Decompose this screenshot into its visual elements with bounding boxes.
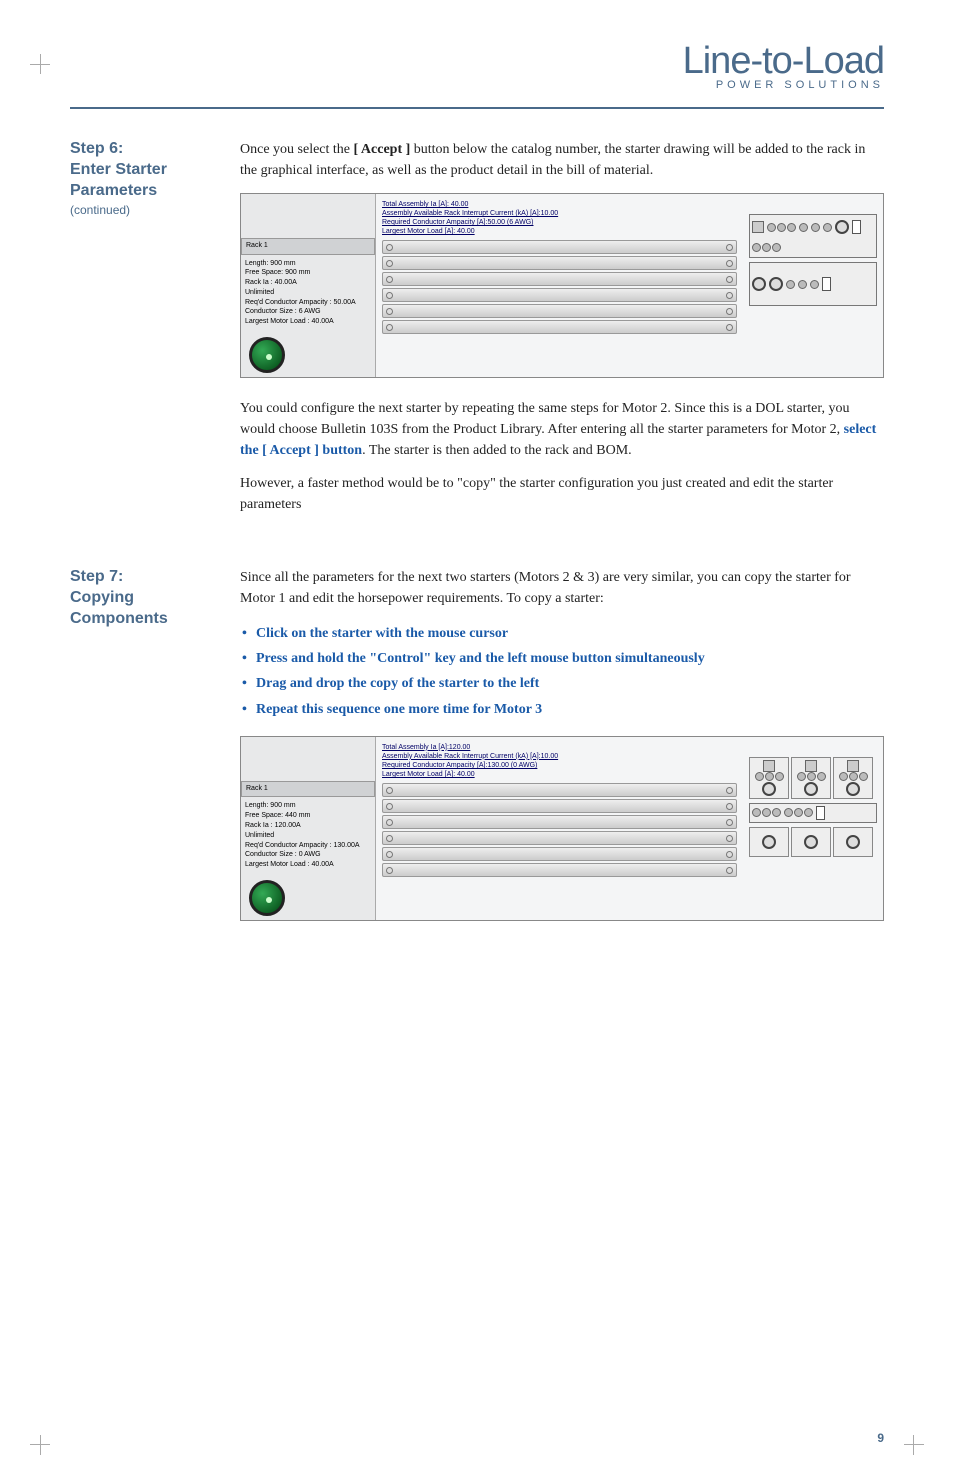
info-line: Largest Motor Load [A]: 40.00 <box>382 227 737 236</box>
rack-slot <box>382 815 737 829</box>
knob-icon <box>835 220 849 234</box>
rack-slot <box>382 799 737 813</box>
starter-unit <box>791 827 831 857</box>
bullet-item: Drag and drop the copy of the starter to… <box>240 671 884 696</box>
knob-icon <box>752 277 766 291</box>
rack-name: Rack 1 <box>241 781 375 798</box>
step6-subtitle: Enter Starter Parameters <box>70 161 167 199</box>
info-line: Free Space: 440 mm <box>245 811 371 821</box>
step6-continued: (continued) <box>70 203 210 217</box>
text: You could configure the next starter by … <box>240 401 849 437</box>
step6-main: Once you select the [ Accept ] button be… <box>240 139 884 527</box>
starter-unit <box>749 214 877 258</box>
sshot1-mid: Total Assembly Ia [A]: 40.00 Assembly Av… <box>376 194 743 377</box>
starter-unit <box>791 757 831 799</box>
bullet-item: Click on the starter with the mouse curs… <box>240 621 884 646</box>
accept-bold: [ Accept ] <box>354 142 411 157</box>
selector-knob-icon <box>249 880 285 916</box>
rack-info: Length: 900 mm Free Space: 440 mm Rack I… <box>241 799 375 872</box>
starter-unit <box>749 757 789 799</box>
sshot2-left-panel: Rack 1 Length: 900 mm Free Space: 440 mm… <box>241 737 376 920</box>
rack-slot <box>382 272 737 286</box>
step7-subtitle: Copying Components <box>70 589 168 627</box>
starter-row <box>749 827 877 857</box>
info-line: Required Conductor Ampacity [A]:50.00 (6… <box>382 218 737 227</box>
info-line: Conductor Size : 6 AWG <box>245 307 371 317</box>
step7-sidebar: Step 7: Copying Components <box>70 567 210 941</box>
starter-row <box>749 757 877 799</box>
assembly-info: Total Assembly Ia [A]:120.00 Assembly Av… <box>382 743 737 779</box>
bullet-item: Press and hold the "Control" key and the… <box>240 646 884 671</box>
info-line: Total Assembly Ia [A]: 40.00 <box>382 200 737 209</box>
rack-slots <box>382 783 737 877</box>
step7-section: Step 7: Copying Components Since all the… <box>0 527 954 941</box>
rack-slots <box>382 240 737 334</box>
logo: Line-to-Load POWER SOLUTIONS <box>683 40 884 91</box>
info-line: Rack Ia : 40.00A <box>245 278 371 288</box>
rack-slot <box>382 256 737 270</box>
info-line: Req'd Conductor Ampacity : 130.00A <box>245 841 371 851</box>
screenshot-2: Rack 1 Length: 900 mm Free Space: 440 mm… <box>240 736 884 921</box>
rack-slot <box>382 240 737 254</box>
step7-main: Since all the parameters for the next tw… <box>240 567 884 941</box>
rack-slot <box>382 863 737 877</box>
starter-strip <box>749 803 877 823</box>
rack-slot <box>382 320 737 334</box>
info-line: Length: 900 mm <box>245 801 371 811</box>
bullet-item: Repeat this sequence one more time for M… <box>240 697 884 722</box>
info-line: Largest Motor Load [A]: 40.00 <box>382 770 737 779</box>
starter-unit <box>749 827 789 857</box>
info-line: Largest Motor Load : 40.00A <box>245 317 371 327</box>
indicator-icon <box>799 223 808 232</box>
step7-title-text: Step 7: <box>70 568 123 585</box>
step6-para1: Once you select the [ Accept ] button be… <box>240 139 884 181</box>
page-number: 9 <box>877 1431 884 1445</box>
info-line: Assembly Available Rack Interrupt Curren… <box>382 209 737 218</box>
info-line: Free Space: 900 mm <box>245 268 371 278</box>
knob-icon <box>769 277 783 291</box>
sshot1-left-panel: Rack 1 Length: 900 mm Free Space: 900 mm… <box>241 194 376 377</box>
selector-knob-icon <box>249 337 285 373</box>
info-line: Req'd Conductor Ampacity : 50.00A <box>245 298 371 308</box>
rack-slot <box>382 847 737 861</box>
step7-title: Step 7: Copying Components <box>70 567 210 629</box>
step6-title-text: Step 6: <box>70 140 123 157</box>
starter-unit <box>833 757 873 799</box>
text: . The starter is then added to the rack … <box>362 443 632 458</box>
step6-sidebar: Step 6: Enter Starter Parameters (contin… <box>70 139 210 527</box>
step6-title: Step 6: Enter Starter Parameters <box>70 139 210 201</box>
info-line: Unlimited <box>245 288 371 298</box>
rack-slot <box>382 288 737 302</box>
sshot2-mid: Total Assembly Ia [A]:120.00 Assembly Av… <box>376 737 743 920</box>
info-line: Required Conductor Ampacity [A]:130.00 (… <box>382 761 737 770</box>
rack-slot <box>382 783 737 797</box>
assembly-info: Total Assembly Ia [A]: 40.00 Assembly Av… <box>382 200 737 236</box>
screenshot-1: Rack 1 Length: 900 mm Free Space: 900 mm… <box>240 193 884 378</box>
info-line: Length: 900 mm <box>245 259 371 269</box>
sshot1-right <box>743 194 883 377</box>
step7-para1: Since all the parameters for the next tw… <box>240 567 884 609</box>
text: Once you select the <box>240 142 354 157</box>
info-line: Assembly Available Rack Interrupt Curren… <box>382 752 737 761</box>
sshot2-right <box>743 737 883 920</box>
info-line: Rack Ia : 120.00A <box>245 821 371 831</box>
step6-section: Step 6: Enter Starter Parameters (contin… <box>0 109 954 527</box>
button-icon <box>852 220 861 234</box>
logo-main: Line-to-Load <box>683 40 884 83</box>
info-line: Unlimited <box>245 831 371 841</box>
rack-info: Length: 900 mm Free Space: 900 mm Rack I… <box>241 257 375 330</box>
page-header: Line-to-Load POWER SOLUTIONS <box>0 0 954 101</box>
rack-slot <box>382 304 737 318</box>
step7-bullets: Click on the starter with the mouse curs… <box>240 621 884 722</box>
starter-unit <box>749 262 877 306</box>
info-line: Conductor Size : 0 AWG <box>245 850 371 860</box>
starter-unit <box>833 827 873 857</box>
info-line: Largest Motor Load : 40.00A <box>245 860 371 870</box>
rack-name: Rack 1 <box>241 238 375 255</box>
step6-para3: However, a faster method would be to "co… <box>240 473 884 515</box>
rack-slot <box>382 831 737 845</box>
info-line: Total Assembly Ia [A]:120.00 <box>382 743 737 752</box>
breaker-icon <box>752 221 764 233</box>
step6-para2: You could configure the next starter by … <box>240 398 884 461</box>
